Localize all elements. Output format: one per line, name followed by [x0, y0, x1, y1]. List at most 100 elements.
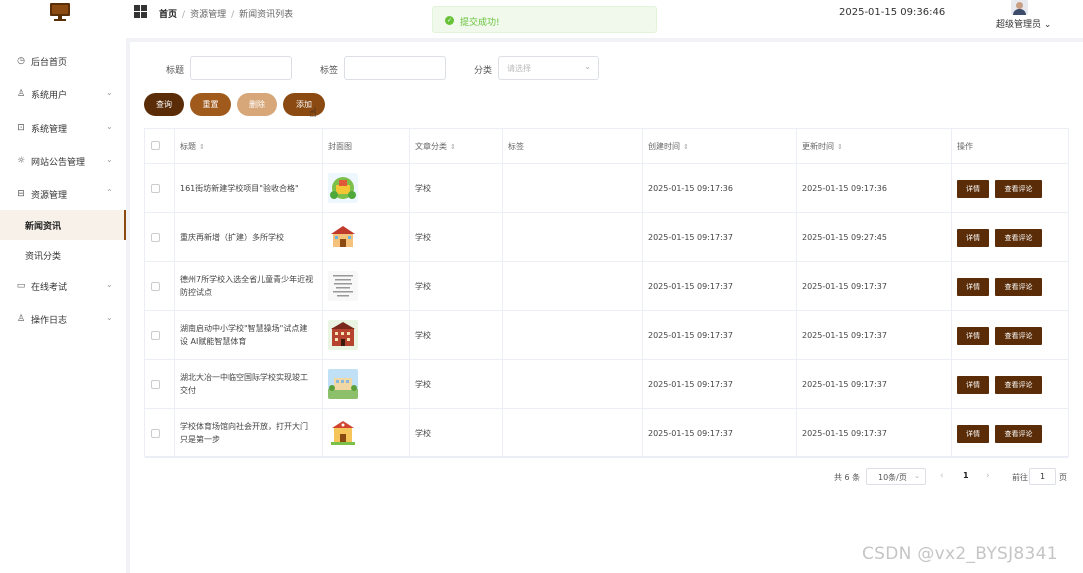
row-created: 2025-01-15 09:17:37: [648, 380, 733, 389]
chevron-down-icon: ⌄: [106, 122, 113, 131]
sidebar-item-announcements[interactable]: ☼ 网站公告管理 ⌄: [0, 146, 126, 176]
sidebar-item-system-management[interactable]: ⊡ 系统管理 ⌄: [0, 113, 126, 143]
column-header-category[interactable]: 文章分类 ⇕: [415, 141, 456, 152]
sidebar-item-label: 操作日志: [31, 316, 68, 326]
detail-button[interactable]: 详情: [957, 376, 989, 394]
title-input[interactable]: [190, 56, 292, 80]
sidebar-item-news[interactable]: 新闻资讯: [0, 210, 126, 240]
cover-thumbnail[interactable]: [328, 369, 358, 399]
page-size-select[interactable]: 10条/页 ⌄: [866, 468, 926, 485]
pointer-cursor-icon: ☝: [309, 106, 317, 121]
row-updated: 2025-01-15 09:17:37: [802, 429, 887, 438]
detail-button[interactable]: 详情: [957, 278, 989, 296]
breadcrumb-resource[interactable]: 资源管理: [190, 10, 226, 20]
category-placeholder: 请选择: [507, 64, 531, 73]
row-updated: 2025-01-15 09:17:37: [802, 331, 887, 340]
avatar[interactable]: [1011, 0, 1028, 15]
row-updated: 2025-01-15 09:17:37: [802, 380, 887, 389]
column-header-updated[interactable]: 更新时间 ⇕: [802, 141, 843, 152]
prev-page-icon[interactable]: ‹: [940, 471, 944, 481]
breadcrumb: 首页 / 资源管理 / 新闻资讯列表: [159, 10, 294, 20]
success-toast: ✓ 提交成功!: [432, 6, 657, 33]
chevron-down-icon: ⌄: [106, 280, 113, 289]
chevron-down-icon: ⌄: [914, 472, 920, 480]
detail-button[interactable]: 详情: [957, 327, 989, 345]
settings-icon: ⊡: [17, 123, 25, 133]
sidebar-item-news-category[interactable]: 资讯分类: [0, 240, 126, 270]
cover-thumbnail[interactable]: [328, 320, 358, 350]
news-table: 标题 ⇕ 封面图 文章分类 ⇕ 标签 创建时间 ⇕ 更新时间 ⇕ 操作 161街坊新建学…: [144, 128, 1069, 458]
user-menu[interactable]: 超级管理员 ⌄: [996, 17, 1051, 30]
watermark: CSDN @vx2_BYSJ8341: [862, 544, 1058, 564]
chevron-down-icon: ⌄: [106, 313, 113, 322]
sidebar-item-operation-log[interactable]: ♙ 操作日志 ⌄: [0, 304, 126, 334]
monitor-logo-icon: [50, 3, 70, 21]
cover-thumbnail[interactable]: [328, 418, 358, 448]
chevron-down-icon: ⌄: [584, 62, 591, 71]
row-title: 湖北大冶一中临空国际学校实现竣工交付: [180, 373, 308, 395]
toast-message: 提交成功!: [460, 18, 500, 28]
row-updated: 2025-01-15 09:17:36: [802, 184, 887, 193]
table-row: 湖北大冶一中临空国际学校实现竣工交付 学校 2025-01-15 09:17:3…: [145, 360, 1068, 409]
category-select[interactable]: 请选择 ⌄: [498, 56, 599, 80]
detail-button[interactable]: 详情: [957, 229, 989, 247]
sidebar-item-system-users[interactable]: ♙ 系统用户 ⌄: [0, 79, 126, 109]
page-number[interactable]: 1: [963, 471, 969, 480]
sort-icon: ⇕: [199, 143, 205, 151]
reset-button[interactable]: 重置: [190, 93, 231, 116]
delete-button[interactable]: 删除: [237, 93, 277, 116]
row-checkbox[interactable]: [151, 233, 160, 242]
cover-thumbnail[interactable]: [328, 222, 358, 252]
tag-input[interactable]: [344, 56, 446, 80]
top-header: 首页 / 资源管理 / 新闻资讯列表 ✓ 提交成功! 2025-01-15 09:36:…: [0, 0, 1083, 38]
row-category: 学校: [415, 233, 431, 242]
row-category: 学校: [415, 380, 431, 389]
table-row: 学校体育场馆向社会开放，打开大门只是第一步 学校 2025-01-15 09:1…: [145, 409, 1068, 458]
view-comments-button[interactable]: 查看评论: [995, 180, 1042, 198]
user-icon: ♙: [16, 89, 26, 99]
row-title: 学校体育场馆向社会开放，打开大门只是第一步: [180, 422, 308, 444]
view-comments-button[interactable]: 查看评论: [995, 229, 1042, 247]
sidebar-item-online-exam[interactable]: ▭ 在线考试 ⌄: [0, 271, 126, 301]
menu-grid-icon[interactable]: [134, 5, 147, 18]
row-checkbox[interactable]: [151, 184, 160, 193]
query-button[interactable]: 查询: [144, 93, 184, 116]
cover-thumbnail[interactable]: [328, 173, 358, 203]
detail-button[interactable]: 详情: [957, 425, 989, 443]
sidebar-item-label: 系统管理: [31, 125, 68, 135]
view-comments-button[interactable]: 查看评论: [995, 278, 1042, 296]
row-title: 161街坊新建学校项目"验收合格": [180, 184, 299, 193]
header-label: 标题: [180, 142, 196, 151]
sidebar-item-label: 后台首页: [31, 58, 68, 68]
row-title: 湖南启动中小学校"智慧操场"试点建设 AI赋能智慧体育: [180, 324, 308, 346]
next-page-icon[interactable]: ›: [986, 471, 990, 481]
sidebar-item-resource-management[interactable]: ⊟ 资源管理 ⌃: [0, 179, 126, 209]
add-button[interactable]: 添加: [283, 93, 325, 116]
row-checkbox[interactable]: [151, 429, 160, 438]
cover-thumbnail[interactable]: [328, 271, 358, 301]
view-comments-button[interactable]: 查看评论: [995, 425, 1042, 443]
column-header-created[interactable]: 创建时间 ⇕: [648, 141, 689, 152]
sun-icon: ☼: [16, 156, 26, 166]
column-header-title[interactable]: 标题 ⇕: [180, 141, 205, 152]
monitor-icon: ▭: [16, 281, 26, 291]
sidebar-item-label: 新闻资讯: [25, 222, 62, 232]
header-label: 创建时间: [648, 142, 680, 151]
row-checkbox[interactable]: [151, 282, 160, 291]
chevron-down-icon: ⌄: [106, 155, 113, 164]
select-all-checkbox[interactable]: [151, 141, 160, 150]
sidebar-item-label: 资源管理: [31, 191, 68, 201]
row-checkbox[interactable]: [151, 331, 160, 340]
view-comments-button[interactable]: 查看评论: [995, 327, 1042, 345]
row-category: 学校: [415, 331, 431, 340]
goto-page-input[interactable]: 1: [1029, 468, 1056, 485]
goto-label: 前往: [1012, 473, 1028, 482]
table-row: 重庆再新增（扩建）多所学校 学校 2025-01-15 09:17:37 202…: [145, 213, 1068, 262]
folder-icon: ⊟: [17, 189, 25, 199]
sidebar-item-dashboard[interactable]: ◷ 后台首页: [0, 46, 126, 76]
current-datetime: 2025-01-15 09:36:46: [839, 7, 946, 18]
view-comments-button[interactable]: 查看评论: [995, 376, 1042, 394]
row-checkbox[interactable]: [151, 380, 160, 389]
detail-button[interactable]: 详情: [957, 180, 989, 198]
breadcrumb-home[interactable]: 首页: [159, 10, 177, 20]
